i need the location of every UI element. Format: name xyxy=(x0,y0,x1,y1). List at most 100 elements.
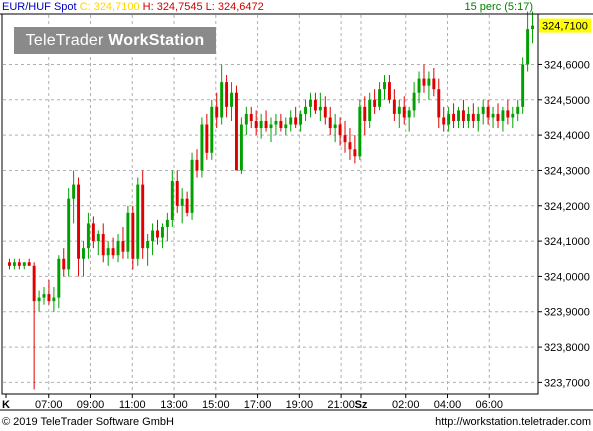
candle-body xyxy=(269,124,273,129)
price-chart[interactable]: 324,6000 324,5000 324,4000 324,3000 324,2000… xyxy=(0,0,593,431)
y-tick-label: 324,4000 xyxy=(544,130,590,142)
chart-header-info: EUR/HUF Spot C: 324,7100 H: 324,7545 L: … xyxy=(2,1,264,13)
candle-body xyxy=(12,262,16,266)
candle-body xyxy=(165,219,169,227)
candle-body xyxy=(358,106,362,157)
x-tick-label: 19:00 xyxy=(286,399,314,411)
candle-body xyxy=(526,29,530,65)
candle-body xyxy=(96,234,100,242)
candle-body xyxy=(373,99,377,107)
teletrader-logo: TeleTrader WorkStation xyxy=(14,27,216,54)
candle-body xyxy=(101,234,105,256)
y-tick-label: 324,6000 xyxy=(544,59,590,71)
last-price-label: 324,7100 xyxy=(542,21,588,33)
symbol-label: EUR/HUF Spot xyxy=(2,1,77,13)
x-tick-label: Sz xyxy=(355,399,368,411)
candle-body xyxy=(368,99,372,121)
candle-body xyxy=(37,297,41,302)
candle-body xyxy=(461,110,465,121)
candle-body xyxy=(146,241,150,249)
candle-body xyxy=(378,89,382,107)
y-tick-label: 324,0000 xyxy=(544,271,590,283)
candle-body xyxy=(437,89,441,118)
candle-body xyxy=(220,82,224,118)
candle-body xyxy=(244,113,248,125)
candle-body xyxy=(442,117,446,125)
candle-body xyxy=(397,106,401,114)
candle-body xyxy=(52,297,56,302)
candle-body xyxy=(392,99,396,114)
x-tick-label: K xyxy=(2,399,10,411)
candle-body xyxy=(402,106,406,118)
candle-body xyxy=(32,265,36,302)
candle-body xyxy=(299,113,303,125)
candle-body xyxy=(318,106,322,111)
x-tick-label: 07:00 xyxy=(35,399,63,411)
candle-body xyxy=(447,113,451,125)
candle-body xyxy=(91,223,95,242)
logo-text-part2: WorkStation xyxy=(108,32,205,49)
candle-body xyxy=(353,149,357,157)
candle-body xyxy=(417,78,421,93)
candle-body xyxy=(225,82,229,107)
candle-body xyxy=(491,113,495,118)
candle-body xyxy=(17,262,21,266)
candle-body xyxy=(313,99,317,111)
candle-body xyxy=(471,113,475,121)
x-tick-label: 04:00 xyxy=(434,399,462,411)
candle-body xyxy=(230,92,233,107)
x-tick-label: 02:00 xyxy=(392,399,420,411)
candle-body xyxy=(521,64,525,107)
x-tick-label: 09:00 xyxy=(77,399,105,411)
candle-body xyxy=(333,124,337,129)
close-price-label: C: 324,7100 xyxy=(79,1,140,13)
logo-text-part1: TeleTrader xyxy=(25,32,104,49)
candle-body xyxy=(486,106,490,118)
candle-body xyxy=(126,212,130,252)
candle-body xyxy=(136,184,140,259)
x-tick-label: 15:00 xyxy=(202,399,230,411)
candle-body xyxy=(116,241,120,256)
copyright-text: © 2019 TeleTrader Software GmbH xyxy=(2,416,174,428)
candle-body xyxy=(516,106,520,114)
candle-body xyxy=(432,78,436,90)
candle-body xyxy=(111,248,115,256)
candle-body xyxy=(279,120,283,129)
candle-body xyxy=(42,294,46,298)
candle-body xyxy=(210,106,214,153)
candle-body xyxy=(8,262,11,266)
interval-label[interactable]: 15 perc (5:17) xyxy=(465,1,533,13)
candle-body xyxy=(264,120,268,129)
candle-body xyxy=(481,106,485,114)
candle-body xyxy=(422,78,426,86)
candle-body xyxy=(501,110,505,121)
candle-body xyxy=(234,92,238,171)
candle-body xyxy=(363,106,367,121)
candle-body xyxy=(170,181,174,220)
candle-body xyxy=(72,184,76,199)
candle-body xyxy=(131,212,135,259)
y-tick-label: 324,1000 xyxy=(544,236,590,248)
website-link[interactable]: http://workstation.teletrader.com xyxy=(435,416,591,428)
candle-body xyxy=(407,110,411,118)
high-price-label: H: 324,7545 xyxy=(142,1,203,13)
candle-body xyxy=(452,113,456,121)
y-tick-label: 323,7000 xyxy=(544,377,590,389)
candle-body xyxy=(156,230,159,238)
x-tick-label: 21:00 xyxy=(327,399,355,411)
candle-body xyxy=(506,110,510,118)
y-tick-label: 323,8000 xyxy=(544,342,590,354)
candle-body xyxy=(200,124,204,171)
candle-body xyxy=(338,124,342,136)
candle-body xyxy=(476,113,480,121)
plot-area xyxy=(1,13,539,395)
y-tick-label: 324,3000 xyxy=(544,165,590,177)
candle-body xyxy=(284,124,288,129)
candle-body xyxy=(466,113,470,121)
candle-body xyxy=(427,78,431,86)
candle-body xyxy=(195,159,199,171)
candle-body xyxy=(259,120,263,129)
candle-body xyxy=(323,106,327,118)
candle-body xyxy=(180,198,184,206)
candle-body xyxy=(190,159,194,213)
